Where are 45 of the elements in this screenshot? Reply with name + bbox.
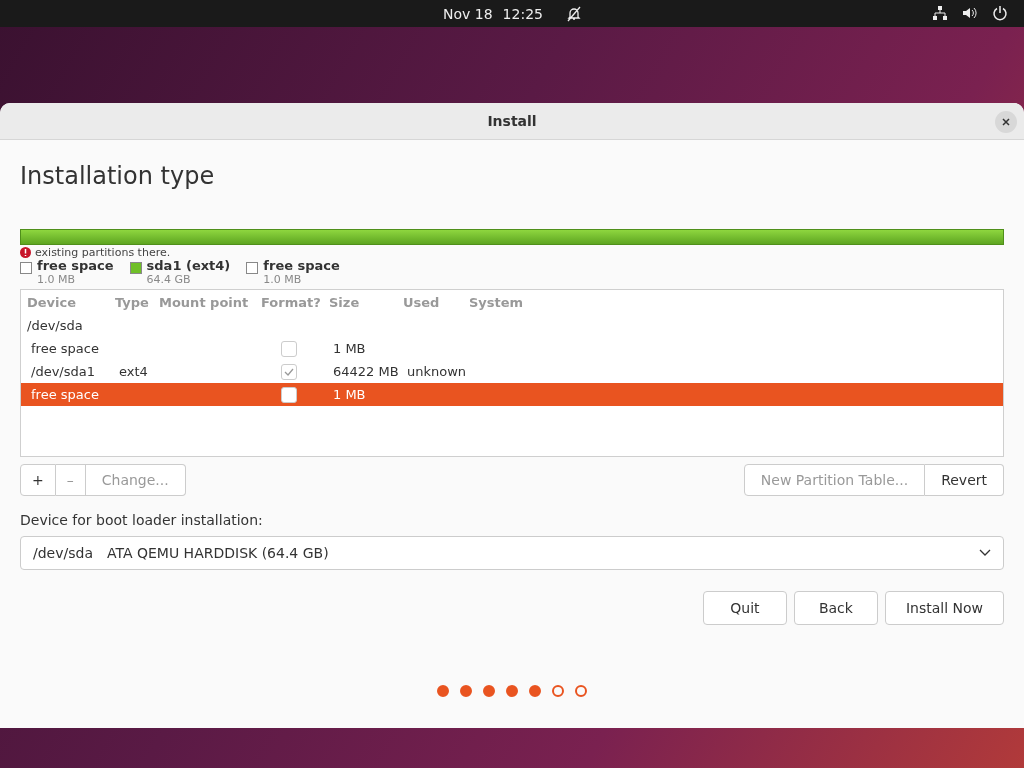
checkmark-icon [284, 367, 294, 376]
revert-button[interactable]: Revert [925, 464, 1004, 496]
volume-icon[interactable] [962, 5, 978, 21]
action-button[interactable]: Install Now [884, 591, 1004, 625]
format-checkbox[interactable] [281, 386, 297, 403]
bootloader-dropdown[interactable]: /dev/sda ATA QEMU HARDDISK (64.4 GB) [20, 536, 1004, 570]
legend-size: 64.4 GB [146, 273, 192, 286]
partition-row[interactable]: /dev/sda1 ext4 64422 MB unknown [21, 360, 1003, 383]
clock-time[interactable]: 12:25 [502, 5, 543, 22]
size-cell-text: 1 MB [332, 387, 367, 402]
legend-size: 1.0 MB [263, 273, 303, 286]
window-title: Install [487, 113, 537, 129]
legend-size: 1.0 MB [37, 273, 77, 286]
bootloader-label: Device for boot loader installation: [20, 512, 264, 528]
device-cell-text: /dev/sda1 [30, 364, 96, 379]
add-button[interactable]: + [20, 464, 56, 496]
close-icon [1002, 118, 1010, 126]
size-cell-text: 64422 MB [332, 364, 400, 379]
network-icon[interactable] [932, 5, 948, 21]
device-cell-text: /dev/sda [27, 318, 84, 333]
action-button[interactable]: Quit [702, 591, 787, 625]
used-cell-text: unknown [406, 364, 468, 379]
page-heading: Installation type [20, 162, 216, 192]
device-description: ATA QEMU HARDDISK (64.4 GB) [107, 545, 330, 561]
device-cell-text: free space [30, 341, 100, 356]
close-button[interactable] [995, 111, 1017, 133]
clock-date[interactable]: Nov 18 [443, 5, 493, 22]
device-cell-text: free space [30, 387, 100, 402]
device-path: /dev/sda [33, 545, 93, 561]
type-cell-text: ext4 [118, 364, 149, 379]
format-checkbox[interactable] [281, 340, 297, 357]
action-button[interactable]: Back [793, 591, 878, 625]
warning-text: existing partitions there. [35, 245, 171, 259]
partition-row[interactable]: free space 1 MB [21, 383, 1003, 406]
legend-name: free space [37, 258, 114, 273]
power-icon[interactable] [992, 5, 1008, 21]
legend-name: sda1 (ext4) [146, 258, 231, 273]
size-cell-text: 1 MB [332, 341, 367, 356]
partition-row[interactable]: free space 1 MB [21, 337, 1003, 360]
chevron-down-icon [979, 549, 991, 557]
notifications-off-icon[interactable] [566, 5, 581, 22]
warning-icon [20, 246, 31, 258]
legend-name: free space [263, 258, 340, 273]
disk-row[interactable]: /dev/sda [21, 314, 1003, 337]
format-checkbox[interactable] [281, 363, 297, 380]
